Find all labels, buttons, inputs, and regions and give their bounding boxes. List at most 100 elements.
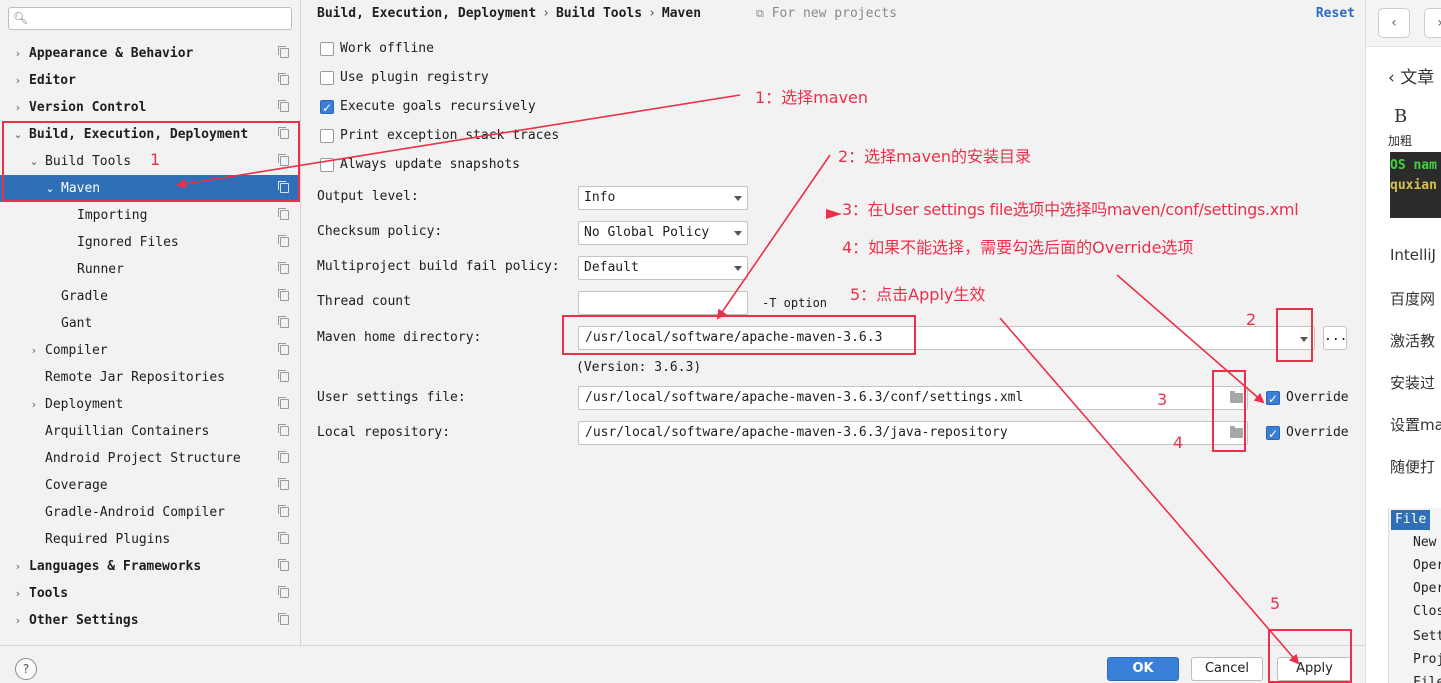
chevron-down-icon: ⌄ (13, 128, 23, 141)
menu-item: New (1413, 535, 1437, 550)
checksum-policy-select[interactable]: No Global Policy (578, 221, 748, 245)
user-settings-input[interactable]: /usr/local/software/apache-maven-3.6.3/c… (578, 386, 1248, 410)
browse-maven-home-button[interactable]: ... (1323, 326, 1347, 350)
tree-item-version-control[interactable]: › Version Control (0, 94, 300, 121)
checkbox-box-checked[interactable] (1266, 424, 1280, 444)
menu-item: File (1413, 675, 1441, 683)
tree-item-appearance[interactable]: › Appearance & Behavior (0, 40, 300, 67)
tree-item-ignored-files[interactable]: Ignored Files (0, 229, 300, 256)
tree-item-gant[interactable]: Gant (0, 310, 300, 337)
menu-item: Oper (1413, 581, 1441, 596)
tree-item-label: Coverage (45, 478, 108, 493)
annotation-step4: 4：如果不能选择，需要勾选后面的Override选项 (842, 238, 1194, 257)
tree-item-languages-frameworks[interactable]: › Languages & Frameworks (0, 553, 300, 580)
thread-count-input[interactable] (578, 291, 748, 315)
article-line: 百度网 (1390, 290, 1436, 308)
checkbox-box-checked[interactable] (320, 98, 334, 118)
bold-label: 加粗 (1388, 134, 1413, 148)
fail-policy-label: Multiproject build fail policy: (317, 259, 560, 274)
breadcrumb-item: Maven (661, 6, 702, 21)
apply-button[interactable]: Apply (1277, 657, 1352, 681)
settings-search-input[interactable]: 🔍︎ (8, 7, 292, 30)
tree-item-gradle-android-compiler[interactable]: Gradle-Android Compiler (0, 499, 300, 526)
breadcrumb-separator: › (648, 6, 656, 21)
maven-home-input[interactable]: /usr/local/software/apache-maven-3.6.3 (578, 326, 1315, 350)
chevron-down-icon: ⌄ (29, 155, 39, 168)
menu-item: Clos (1413, 604, 1441, 619)
tree-item-label: Gant (61, 316, 93, 331)
folder-icon[interactable] (1230, 391, 1243, 403)
output-level-select[interactable]: Info (578, 186, 748, 210)
back-button[interactable]: ‹ (1378, 8, 1410, 38)
tree-item-runner[interactable]: Runner (0, 256, 300, 283)
tree-item-importing[interactable]: Importing (0, 202, 300, 229)
tree-item-label: Arquillian Containers (45, 424, 210, 439)
user-settings-value: /usr/local/software/apache-maven-3.6.3/c… (585, 390, 1024, 405)
ok-button[interactable]: OK (1107, 657, 1179, 681)
tree-item-label: Remote Jar Repositories (45, 370, 226, 385)
checkbox-box[interactable] (320, 129, 334, 143)
local-repository-input[interactable]: /usr/local/software/apache-maven-3.6.3/j… (578, 421, 1248, 445)
menu-item: Oper (1413, 558, 1441, 573)
tree-item-build-execution-deployment[interactable]: ⌄ Build, Execution, Deployment (0, 121, 300, 148)
code-line: quxian (1390, 178, 1437, 193)
tree-item-other-settings[interactable]: › Other Settings (0, 607, 300, 634)
fail-policy-select[interactable]: Default (578, 256, 748, 280)
tree-item-required-plugins[interactable]: Required Plugins (0, 526, 300, 553)
maven-version-text: (Version: 3.6.3) (576, 360, 702, 375)
reset-link[interactable]: Reset (1316, 6, 1355, 21)
article-line: 激活教 (1390, 332, 1436, 350)
copy-icon (278, 235, 289, 247)
tree-item-label: Other Settings (29, 613, 139, 628)
article-line: IntelliJ (1390, 246, 1436, 264)
chevron-right-icon: › (15, 101, 21, 114)
tree-item-coverage[interactable]: Coverage (0, 472, 300, 499)
tree-item-arquillian-containers[interactable]: Arquillian Containers (0, 418, 300, 445)
tree-item-maven[interactable]: ⌄ Maven (0, 175, 300, 202)
tree-item-deployment[interactable]: › Deployment (0, 391, 300, 418)
article-line: 安装过 (1390, 374, 1436, 392)
forward-button[interactable]: › (1424, 8, 1441, 38)
copy-icon (278, 262, 289, 274)
chevron-right-icon: › (31, 398, 37, 411)
copy-icon (278, 424, 289, 436)
checkbox-box[interactable] (320, 71, 334, 85)
tree-item-tools[interactable]: › Tools (0, 580, 300, 607)
output-level-label: Output level: (317, 189, 419, 204)
dropdown-arrow-icon[interactable] (1300, 337, 1308, 342)
chevron-right-icon: › (1437, 15, 1441, 31)
chevron-right-icon: › (15, 74, 21, 87)
checksum-policy-label: Checksum policy: (317, 224, 443, 239)
copy-icon (278, 46, 289, 58)
tree-item-remote-jar-repositories[interactable]: Remote Jar Repositories (0, 364, 300, 391)
file-menu-screenshot: File New Oper Oper Clos Sett Proj File (1388, 508, 1441, 683)
copy-icon (278, 559, 289, 571)
chevron-right-icon: › (15, 560, 21, 573)
annotation-number-1: 1 (150, 150, 161, 169)
annotation-number-5: 5 (1270, 594, 1281, 613)
bold-icon[interactable]: B (1394, 106, 1407, 127)
help-button[interactable]: ? (15, 658, 37, 680)
tree-item-gradle[interactable]: Gradle (0, 283, 300, 310)
select-value: No Global Policy (584, 225, 710, 240)
checkbox-box[interactable] (320, 158, 334, 172)
chevron-right-icon: › (31, 344, 37, 357)
checkbox-label: Work offline (340, 41, 434, 56)
tree-item-compiler[interactable]: › Compiler (0, 337, 300, 364)
annotation-step5: 5：点击Apply生效 (850, 285, 986, 304)
tree-item-label: Maven (61, 181, 101, 196)
article-back-link[interactable]: ‹ 文章 (1388, 63, 1434, 88)
checkbox-box-checked[interactable] (1266, 389, 1280, 409)
copy-icon (278, 613, 289, 625)
checkbox-box[interactable] (320, 42, 334, 56)
tree-item-editor[interactable]: › Editor (0, 67, 300, 94)
folder-icon[interactable] (1230, 426, 1243, 438)
cancel-button[interactable]: Cancel (1191, 657, 1263, 681)
breadcrumb-item: Build Tools (555, 6, 643, 21)
copy-icon (278, 208, 289, 220)
user-settings-label: User settings file: (317, 390, 466, 405)
settings-sidebar: 🔍︎ › Appearance & Behavior › Editor › Ve… (0, 0, 301, 645)
copy-icon (278, 154, 289, 166)
tree-item-label: Compiler (45, 343, 108, 358)
tree-item-android-project-structure[interactable]: Android Project Structure (0, 445, 300, 472)
